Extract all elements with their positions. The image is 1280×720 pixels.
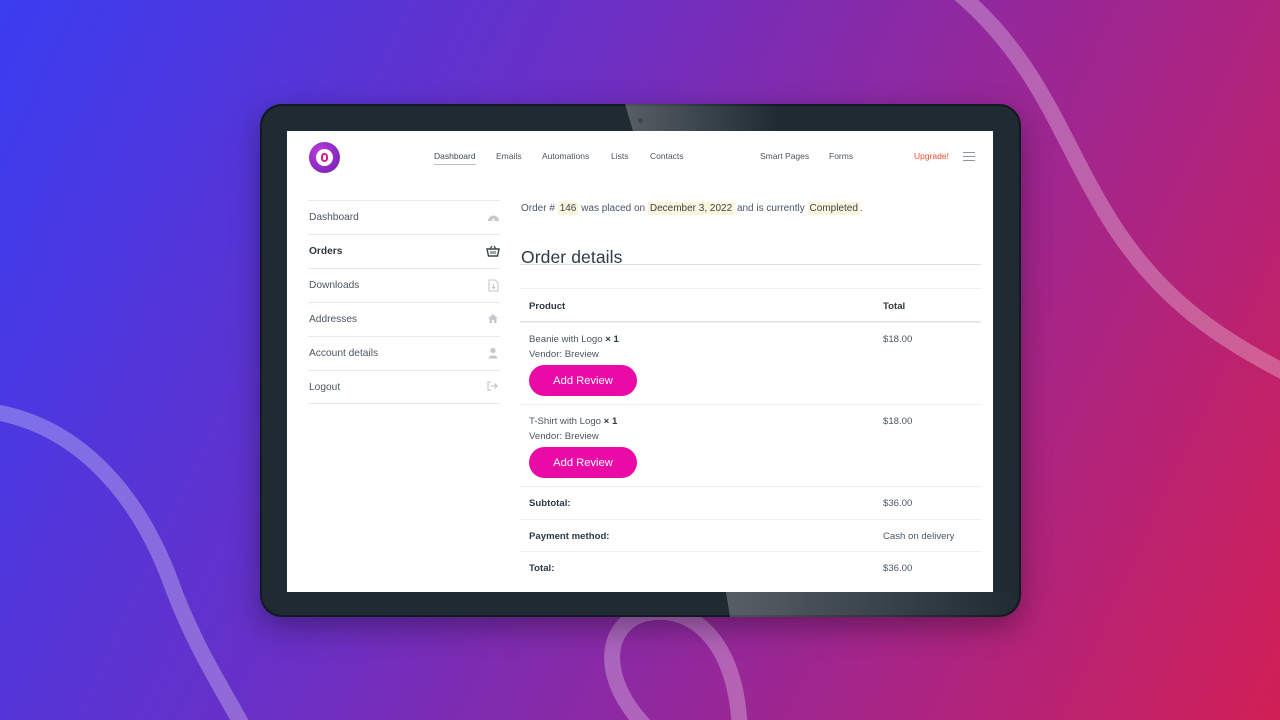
title-divider: [520, 264, 981, 265]
subtotal-label: Subtotal:: [529, 498, 571, 509]
sidebar-item-label: Downloads: [309, 280, 360, 291]
basket-icon: [486, 245, 500, 259]
nav-lists[interactable]: Lists: [611, 151, 628, 161]
product-link[interactable]: T-Shirt with Logo: [529, 416, 601, 427]
sidebar-item-label: Dashboard: [309, 212, 359, 223]
sidebar-item-label: Orders: [309, 246, 343, 257]
payment-method-row: Payment method: Cash on delivery: [520, 518, 981, 552]
app-screen: Dashboard Emails Automations Lists Conta…: [287, 131, 993, 592]
account-sidebar: Dashboard Orders Downloads Addresses Acc…: [308, 200, 500, 404]
product-name: T-Shirt with Logo × 1: [529, 416, 617, 427]
nav-automations[interactable]: Automations: [542, 151, 589, 161]
order-status: Completed: [807, 202, 860, 215]
product-qty: × 1: [605, 334, 619, 345]
notice-text: was placed on: [581, 203, 646, 214]
sidebar-item-orders[interactable]: Orders: [308, 234, 500, 268]
upgrade-link[interactable]: Upgrade!: [914, 151, 949, 161]
nav-smart-pages[interactable]: Smart Pages: [760, 151, 809, 161]
sidebar-item-dashboard[interactable]: Dashboard: [308, 200, 500, 234]
notice-suffix: .: [859, 203, 863, 214]
total-value: $36.00: [883, 563, 913, 574]
sidebar-item-label: Logout: [309, 382, 341, 393]
logout-icon: [486, 381, 500, 395]
table-row: Beanie with Logo × 1 Vendor: Breview $18…: [520, 322, 981, 404]
nav-contacts[interactable]: Contacts: [650, 151, 684, 161]
home-icon: [486, 313, 500, 327]
payment-method-label: Payment method:: [529, 530, 610, 542]
nav-emails[interactable]: Emails: [496, 151, 522, 161]
order-notice: Order # 146 was placed on December 3, 20…: [521, 202, 863, 215]
order-details-table: Product Total Beanie with Logo × 1 Vendo…: [520, 288, 981, 584]
notice-text: and is currently: [736, 203, 805, 214]
subtotal-row: Subtotal: $36.00: [520, 486, 981, 519]
order-number: 146: [557, 202, 579, 215]
payment-method-value: Cash on delivery: [883, 530, 955, 542]
column-header-total: Total: [883, 301, 906, 312]
total-label: Total:: [529, 563, 555, 574]
notice-prefix: Order #: [521, 203, 555, 214]
sidebar-item-addresses[interactable]: Addresses: [308, 302, 500, 336]
dashboard-icon: [486, 211, 500, 225]
line-total: $18.00: [883, 334, 913, 345]
camera-dot: [638, 118, 643, 123]
column-header-product: Product: [529, 301, 566, 312]
product-link[interactable]: Beanie with Logo: [529, 334, 603, 345]
subtotal-value: $36.00: [883, 498, 913, 509]
product-vendor: Vendor: Breview: [529, 349, 599, 360]
order-date: December 3, 2022: [647, 202, 735, 215]
line-total: $18.00: [883, 416, 913, 427]
brand-logo[interactable]: [309, 142, 340, 173]
file-download-icon: [486, 279, 500, 293]
total-row: Total: $36.00: [520, 551, 981, 584]
nav-dashboard[interactable]: Dashboard: [434, 151, 476, 165]
table-row: T-Shirt with Logo × 1 Vendor: Breview $1…: [520, 404, 981, 486]
add-review-button[interactable]: Add Review: [529, 447, 637, 478]
sidebar-item-account-details[interactable]: Account details: [308, 336, 500, 370]
product-name: Beanie with Logo × 1: [529, 334, 619, 345]
sidebar-item-downloads[interactable]: Downloads: [308, 268, 500, 302]
nav-forms[interactable]: Forms: [829, 151, 853, 161]
sidebar-item-logout[interactable]: Logout: [308, 370, 500, 404]
sidebar-item-label: Account details: [309, 348, 379, 359]
product-vendor: Vendor: Breview: [529, 431, 599, 442]
sidebar-item-label: Addresses: [309, 314, 358, 325]
product-qty: × 1: [603, 416, 618, 427]
menu-icon[interactable]: [963, 152, 975, 161]
user-icon: [486, 347, 500, 361]
add-review-button[interactable]: Add Review: [529, 365, 637, 396]
table-header: Product Total: [520, 288, 981, 322]
